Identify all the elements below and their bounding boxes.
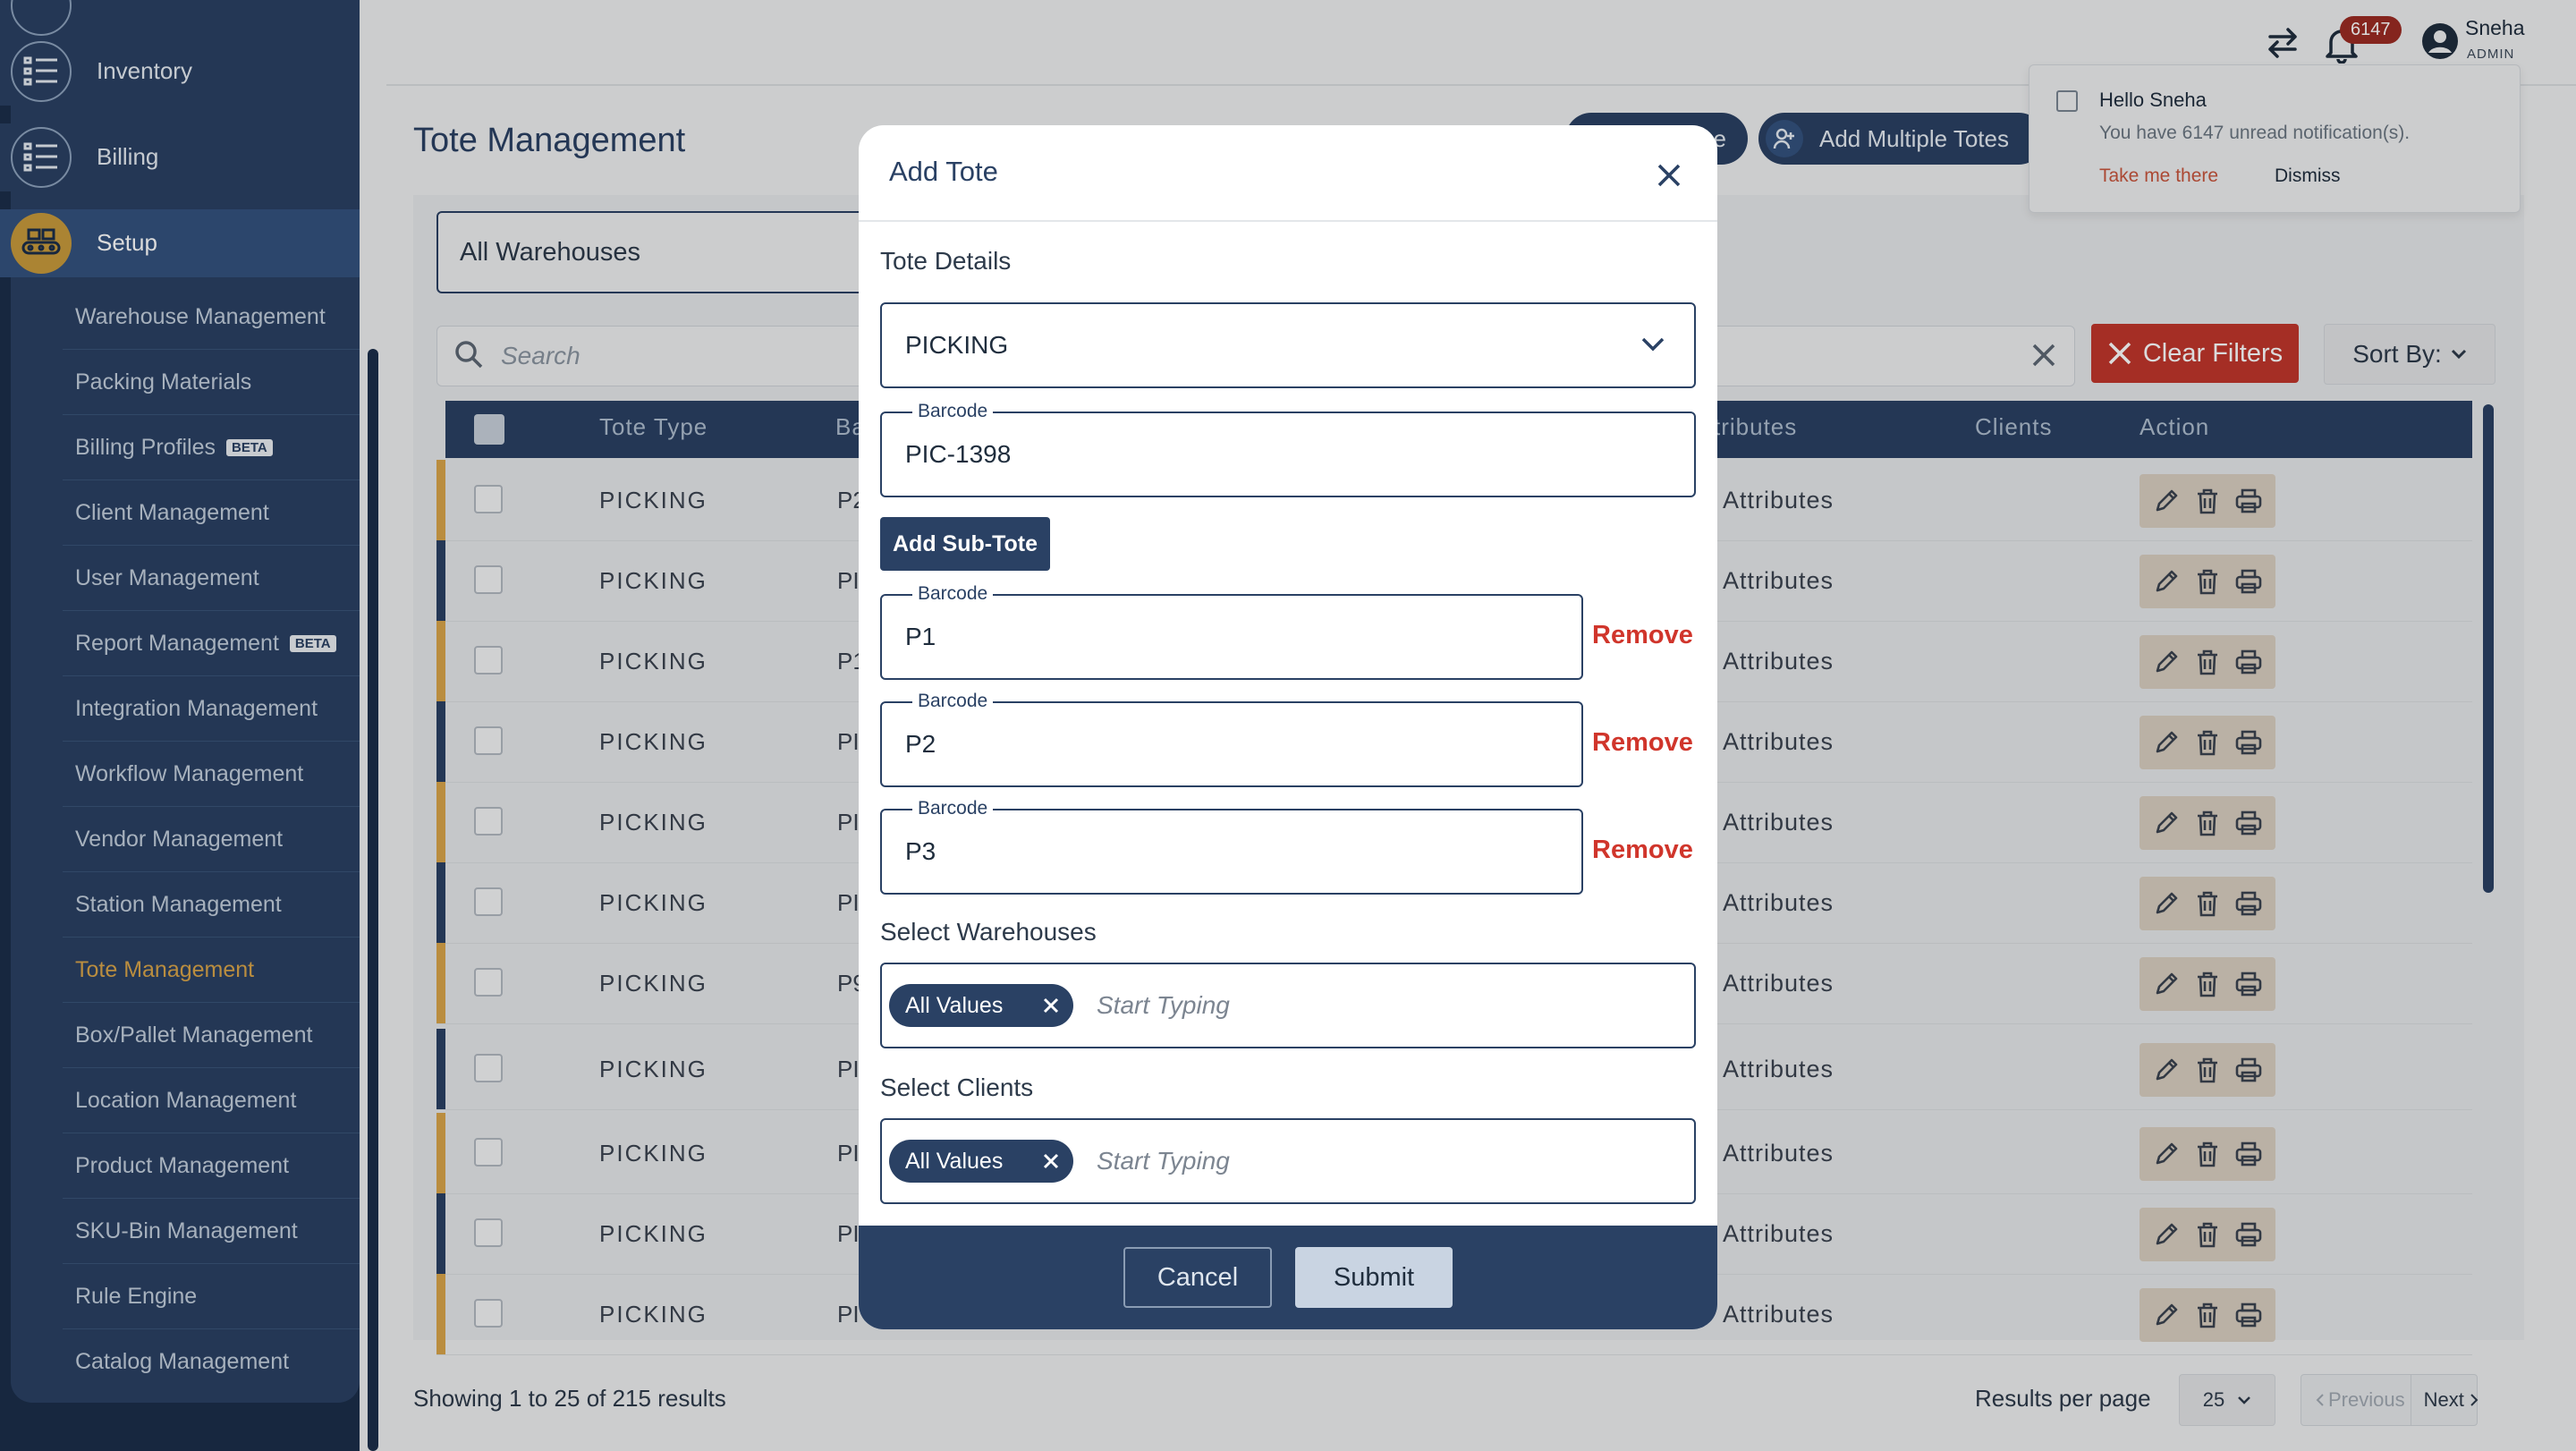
barcode-legend: Barcode: [912, 691, 994, 712]
sub-tote-barcode-value: P3: [905, 837, 936, 865]
warehouses-multiselect[interactable]: All Values Start Typing: [880, 963, 1696, 1048]
barcode-field[interactable]: Barcode PIC-1398: [880, 401, 1696, 497]
submit-button[interactable]: Submit: [1295, 1247, 1453, 1308]
add-tote-modal: Add Tote Tote Details PICKING Barcode PI…: [859, 125, 1717, 1329]
remove-chip-icon[interactable]: [1039, 1150, 1063, 1173]
remove-sub-tote-button[interactable]: Remove: [1592, 728, 1693, 758]
barcode-legend: Barcode: [912, 401, 994, 422]
tote-type-value: PICKING: [905, 331, 1009, 359]
sub-tote-barcode-field[interactable]: Barcode P3: [880, 798, 1583, 895]
select-warehouses-label: Select Warehouses: [880, 918, 1097, 946]
add-sub-tote-button[interactable]: Add Sub-Tote: [880, 517, 1050, 571]
sub-tote-barcode-field[interactable]: Barcode P2: [880, 691, 1583, 787]
client-chip: All Values: [889, 1140, 1073, 1183]
sub-tote-barcode-value: P1: [905, 623, 936, 650]
close-icon[interactable]: [1651, 157, 1687, 193]
chevron-down-icon: [1641, 337, 1665, 352]
barcode-legend: Barcode: [912, 583, 994, 605]
modal-title: Add Tote: [889, 156, 998, 187]
chip-label: All Values: [905, 992, 1004, 1018]
cancel-button[interactable]: Cancel: [1123, 1247, 1272, 1308]
remove-sub-tote-button[interactable]: Remove: [1592, 836, 1693, 865]
remove-chip-icon[interactable]: [1039, 994, 1063, 1017]
warehouse-chip: All Values: [889, 984, 1073, 1027]
tote-type-select[interactable]: PICKING: [880, 302, 1696, 388]
sub-tote-barcode-value: P2: [905, 730, 936, 758]
modal-divider: [859, 220, 1717, 222]
barcode-legend: Barcode: [912, 798, 994, 819]
clients-multiselect[interactable]: All Values Start Typing: [880, 1118, 1696, 1204]
warehouses-placeholder: Start Typing: [1097, 991, 1230, 1019]
select-clients-label: Select Clients: [880, 1073, 1034, 1101]
tote-details-label: Tote Details: [880, 247, 1012, 275]
sub-tote-barcode-field[interactable]: Barcode P1: [880, 583, 1583, 680]
modal-footer: Cancel Submit: [859, 1226, 1717, 1329]
remove-sub-tote-button[interactable]: Remove: [1592, 621, 1693, 650]
clients-placeholder: Start Typing: [1097, 1147, 1230, 1175]
chip-label: All Values: [905, 1148, 1004, 1174]
barcode-value: PIC-1398: [905, 440, 1012, 468]
